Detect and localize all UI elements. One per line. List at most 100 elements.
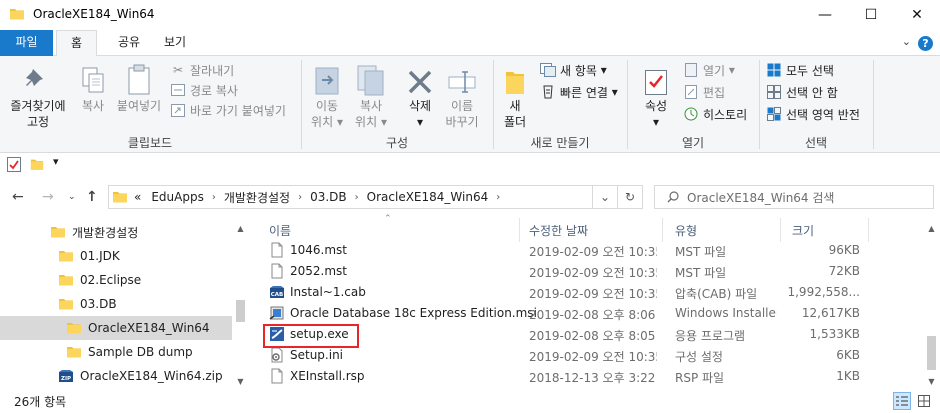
select-none-button[interactable]: 선택 안 함 — [766, 82, 838, 102]
file-name-cell[interactable]: 2052.mst — [269, 263, 347, 279]
paste-shortcut-icon — [170, 102, 186, 118]
breadcrumb-separator-icon[interactable]: › — [352, 192, 362, 203]
column-header-size[interactable]: 크기 — [792, 222, 814, 242]
scroll-up-icon[interactable]: ▲ — [923, 220, 940, 237]
table-row[interactable]: 2052.mst 2019-02-09 오전 10:35 MST 파일 72KB — [257, 261, 921, 282]
address-row: ← → ⌄ ↑ « EduApps › 개발환경설정 › 03.DB › Ora… — [0, 180, 940, 214]
nav-item[interactable]: ZIP OracleXE184_Win64.zip — [0, 364, 232, 388]
nav-item[interactable]: 01.JDK — [0, 244, 232, 268]
column-divider[interactable] — [662, 218, 663, 242]
delete-button[interactable]: 삭제 ▾ — [400, 60, 440, 130]
delete-dropdown-icon[interactable]: ▾ — [400, 114, 440, 130]
column-divider[interactable] — [780, 218, 781, 242]
new-item-button[interactable]: 새 항목 ▾ — [540, 60, 607, 80]
column-header-date[interactable]: 수정한 날짜 — [529, 222, 588, 242]
table-row[interactable]: XEInstall.rsp 2018-12-13 오후 3:22 RSP 파일 1KB — [257, 366, 921, 387]
column-divider[interactable] — [868, 218, 869, 242]
breadcrumb-separator-icon[interactable]: › — [295, 192, 305, 203]
breadcrumb-overflow[interactable]: « — [132, 190, 146, 204]
nav-item[interactable]: 개발환경설정 — [0, 220, 232, 244]
nav-item[interactable]: Sample DB dump — [0, 340, 232, 364]
column-divider[interactable] — [519, 218, 520, 242]
file-size: 1KB — [836, 369, 860, 383]
nav-scroll-thumb[interactable] — [236, 300, 245, 322]
pin-to-quick-access-button[interactable]: 즐겨찾기에 고정 — [6, 60, 70, 130]
history-button[interactable]: 히스토리 — [683, 104, 747, 124]
nav-item[interactable]: 03.DB — [0, 292, 232, 316]
customize-toolbar-icon[interactable]: ▾ — [53, 155, 59, 168]
close-button[interactable]: ✕ — [894, 0, 940, 30]
open-button[interactable]: 열기 ▾ — [683, 60, 735, 80]
nav-item[interactable]: OracleXE184_Win64 — [0, 316, 232, 340]
large-icons-view-icon[interactable] — [915, 392, 933, 410]
rename-button[interactable]: 이름 바꾸기 — [442, 60, 482, 130]
tab-view[interactable]: 보기 — [150, 30, 200, 56]
file-list-scroll-thumb[interactable] — [927, 336, 936, 370]
scroll-down-icon[interactable]: ▼ — [923, 373, 940, 390]
column-header-name[interactable]: 이름 — [269, 222, 291, 242]
easy-access-button[interactable]: 빠른 연결 ▾ — [540, 82, 618, 102]
clipboard-group-label: 클립보드 — [127, 136, 173, 150]
address-bar[interactable]: « EduApps › 개발환경설정 › 03.DB › OracleXE184… — [108, 185, 643, 209]
table-row[interactable]: 1046.mst 2019-02-09 오전 10:35 MST 파일 96KB — [257, 240, 921, 261]
maximize-button[interactable]: ☐ — [848, 0, 894, 30]
column-header-type[interactable]: 유형 — [675, 222, 697, 242]
copy-button[interactable]: 복사 — [74, 60, 112, 114]
invert-selection-button[interactable]: 선택 영역 반전 — [766, 104, 860, 124]
search-box[interactable]: OracleXE184_Win64 검색 — [654, 185, 934, 209]
nav-item-label: 02.Eclipse — [80, 273, 142, 287]
cut-button[interactable]: ✂ 잘라내기 — [170, 60, 234, 80]
properties-button[interactable]: 속성 ▾ — [636, 60, 676, 130]
recent-locations-icon[interactable]: ⌄ — [68, 192, 76, 202]
file-name-cell[interactable]: 1046.mst — [269, 242, 347, 258]
new-folder-icon[interactable] — [30, 157, 44, 174]
back-arrow-icon[interactable]: ← — [12, 189, 24, 205]
refresh-icon[interactable]: ↻ — [617, 186, 642, 208]
copy-path-button[interactable]: 경로 복사 — [170, 80, 238, 100]
nav-scrollbar[interactable]: ▲ ▼ — [232, 218, 249, 390]
up-arrow-icon[interactable]: ↑ — [86, 189, 98, 205]
file-name-cell[interactable]: XEInstall.rsp — [269, 368, 365, 384]
scroll-down-icon[interactable]: ▼ — [232, 373, 249, 390]
breadcrumb-separator-icon[interactable]: › — [209, 192, 219, 203]
file-name-cell[interactable]: CAB Instal~1.cab — [269, 284, 366, 300]
address-actions: ⌄ ↻ — [592, 186, 642, 208]
file-name-cell[interactable]: Oracle Database 18c Express Edition.msi — [269, 305, 537, 321]
breadcrumb-oraclexe[interactable]: OracleXE184_Win64 — [362, 190, 494, 204]
minimize-button[interactable]: — — [802, 0, 848, 30]
file-list-scrollbar[interactable]: ▲ ▼ — [923, 218, 940, 390]
paste-shortcut-button[interactable]: 바로 가기 붙여넣기 — [170, 100, 286, 120]
breadcrumb-eduapps[interactable]: EduApps — [146, 190, 209, 204]
breadcrumb-db[interactable]: 03.DB — [305, 190, 352, 204]
edit-button[interactable]: 편집 — [683, 82, 725, 102]
file-type: MST 파일 — [675, 245, 727, 259]
collapse-ribbon-icon[interactable]: ⌄ — [902, 35, 911, 48]
tab-file[interactable]: 파일 — [0, 30, 53, 56]
details-view-icon[interactable] — [893, 392, 911, 410]
paste-button[interactable]: 붙여넣기 — [114, 60, 164, 114]
new-folder-button[interactable]: 새 폴더 — [500, 60, 530, 130]
file-name-cell[interactable]: Setup.ini — [269, 347, 343, 363]
file-date: 2019-02-09 오전 10:35 — [529, 350, 657, 364]
breadcrumb-dev-settings[interactable]: 개발환경설정 — [219, 189, 295, 206]
copy-to-button[interactable]: 복사 위치 ▾ — [350, 60, 392, 130]
address-dropdown-icon[interactable]: ⌄ — [592, 186, 617, 208]
select-all-button[interactable]: 모두 선택 — [766, 60, 834, 80]
breadcrumb-separator-icon[interactable]: › — [493, 192, 503, 203]
easy-access-label: 빠른 연결 — [560, 85, 608, 100]
forward-arrow-icon[interactable]: → — [42, 189, 54, 205]
tab-share[interactable]: 공유 — [104, 30, 154, 56]
move-to-button[interactable]: 이동 위치 ▾ — [306, 60, 348, 130]
invert-selection-label: 선택 영역 반전 — [786, 107, 860, 122]
tab-home[interactable]: 홈 — [56, 30, 97, 57]
scroll-up-icon[interactable]: ▲ — [232, 220, 249, 237]
table-row[interactable]: CAB Instal~1.cab 2019-02-09 오전 10:35 압축(CAB… — [257, 282, 921, 303]
help-icon[interactable]: ? — [918, 36, 933, 51]
properties-check-icon[interactable] — [7, 157, 21, 175]
table-row[interactable]: Oracle Database 18c Express Edition.msi 2… — [257, 303, 921, 324]
select-all-label: 모두 선택 — [786, 63, 834, 78]
select-group-label: 선택 — [804, 136, 828, 150]
table-row[interactable]: Setup.ini 2019-02-09 오전 10:35 구성 설정 6KB — [257, 345, 921, 366]
properties-dropdown-icon[interactable]: ▾ — [636, 114, 676, 130]
nav-item[interactable]: 02.Eclipse — [0, 268, 232, 292]
